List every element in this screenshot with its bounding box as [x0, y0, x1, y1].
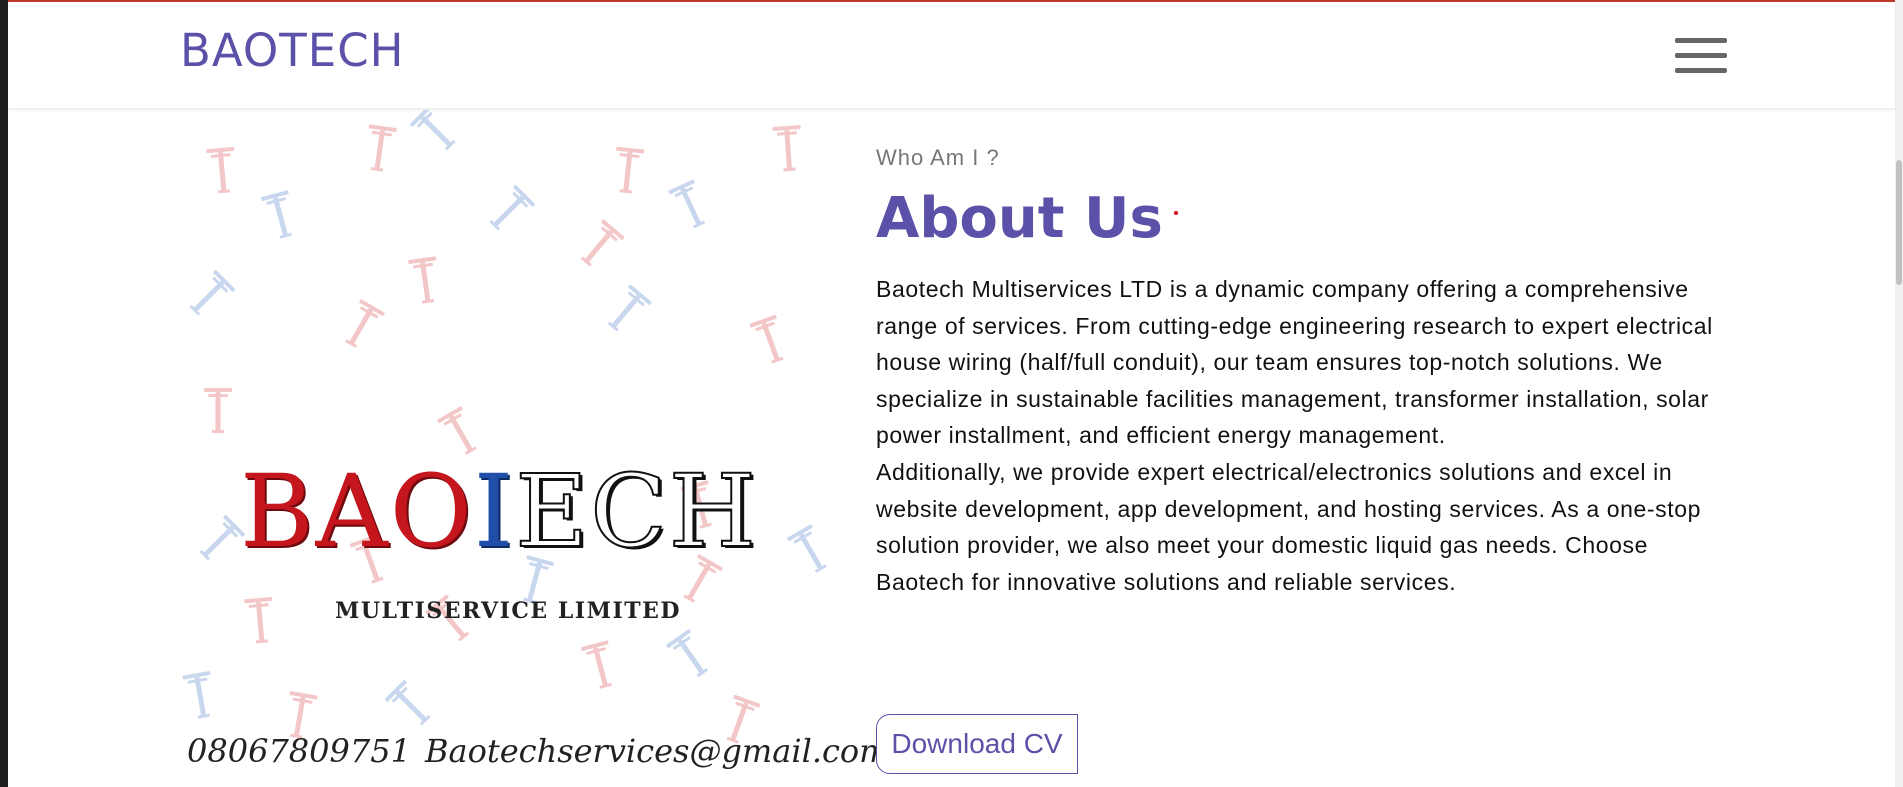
about-paragraph-2: Additionally, we provide expert electric…	[876, 458, 1702, 595]
page-scrollbar[interactable]	[1895, 0, 1903, 787]
page-title: About Us	[876, 186, 1163, 251]
logo-letter-pole: I	[473, 453, 516, 570]
utility-pole-pattern-background	[182, 110, 834, 747]
hamburger-bar	[1675, 53, 1727, 58]
logo-letters-black: ECH	[514, 453, 758, 570]
pole-icon-blue	[182, 110, 834, 732]
hamburger-menu-icon[interactable]	[1675, 36, 1727, 76]
contact-email: Baotechservices@gmail.com	[425, 732, 890, 770]
company-logo-image: BAOIECH MULTISERVICE LIMITED 08067809751…	[180, 110, 890, 787]
scrollbar-thumb[interactable]	[1896, 160, 1902, 285]
hamburger-bar	[1675, 68, 1727, 73]
logo-wordmark: BAOIECH	[240, 461, 758, 563]
window-left-edge	[0, 0, 8, 787]
hamburger-bar	[1675, 38, 1727, 43]
brand-logo-text[interactable]: BAOTECH	[180, 24, 404, 77]
logo-letters-red: BAO	[240, 453, 474, 570]
logo-subtitle: MULTISERVICE LIMITED	[335, 598, 681, 624]
section-eyebrow: Who Am I ?	[876, 145, 1000, 170]
cursor-dot	[1174, 211, 1178, 215]
contact-phone: 08067809751	[187, 732, 411, 770]
about-paragraph-1: Baotech Multiservices LTD is a dynamic c…	[876, 276, 1713, 449]
about-section: Who Am I ? About Us Baotech Multiservice…	[876, 145, 1736, 600]
navbar: BAOTECH	[8, 2, 1895, 109]
download-cv-button[interactable]: Download CV	[876, 714, 1078, 774]
